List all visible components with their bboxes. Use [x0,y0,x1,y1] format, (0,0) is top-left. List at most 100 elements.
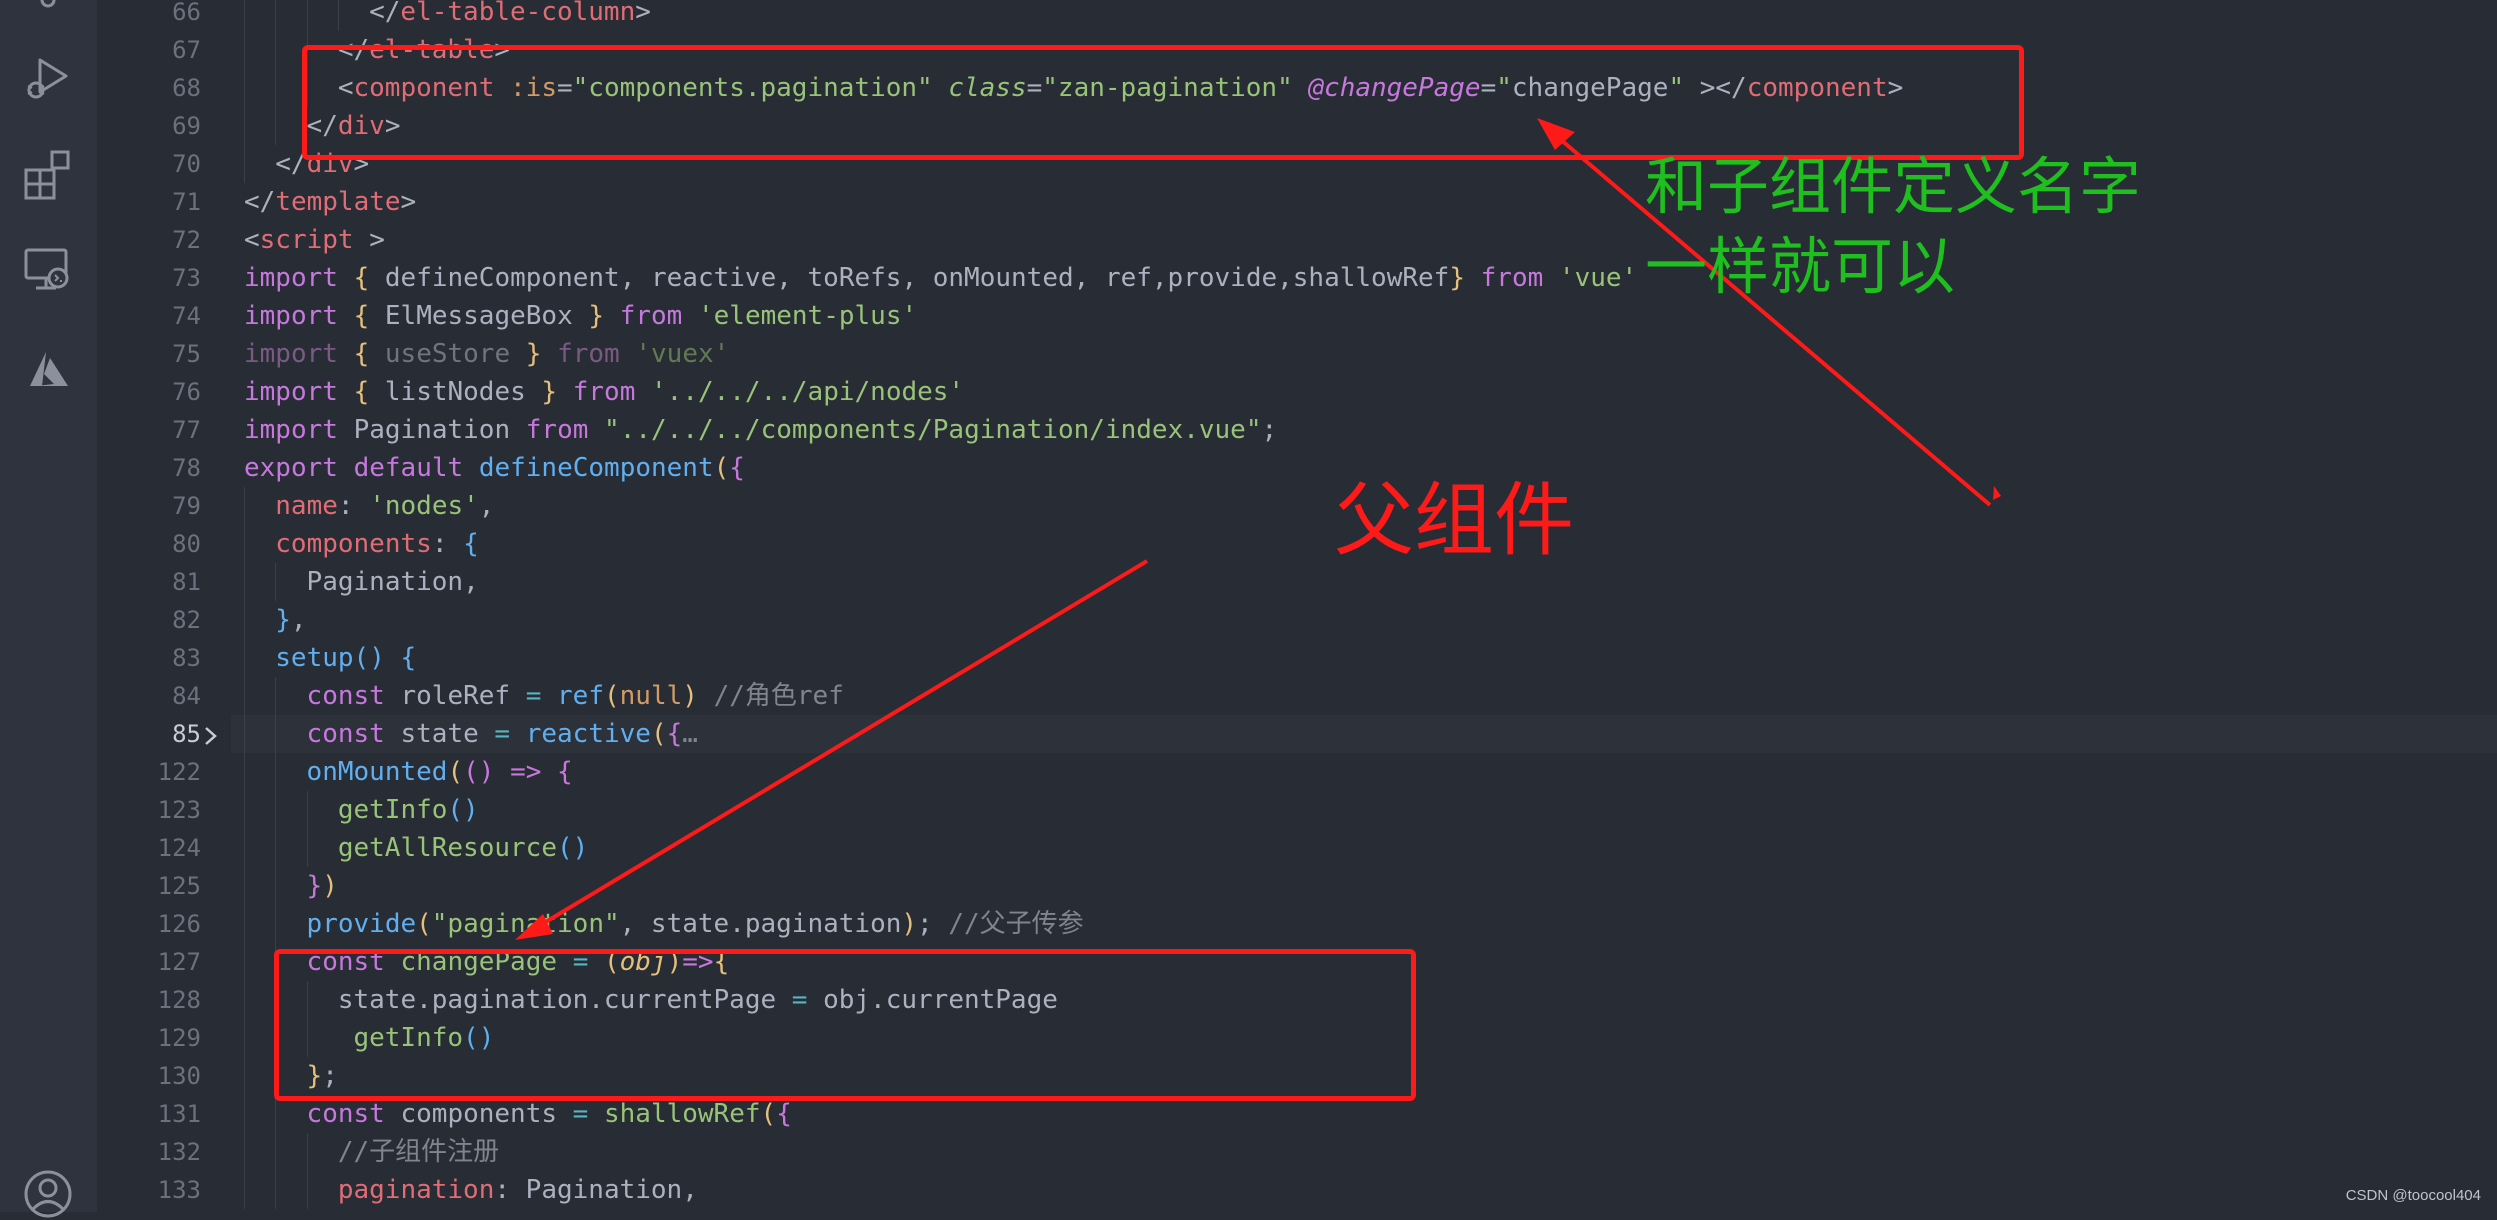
code-line-122[interactable]: onMounted(() => { [307,753,573,791]
code-token: onMounted [306,757,448,787]
code-line-77[interactable]: import Pagination from "../../../compone… [244,411,1277,449]
azure-icon[interactable] [22,344,74,396]
account-icon[interactable] [22,1168,74,1220]
code-token: const [306,681,385,711]
indent-guide [306,1171,308,1209]
code-line-75[interactable]: import { useStore } from 'vuex' [244,335,729,373]
code-token: from [619,301,683,331]
indent-guide [244,145,245,183]
code-line-84[interactable]: const roleRef = ref(null) //角色ref [307,677,844,715]
code-token: : [337,491,370,521]
code-token: } [525,339,542,369]
note-parent-component: 父组件 [1334,474,1574,567]
code-token: => [510,757,542,787]
code-token: = [572,1099,589,1129]
line-number-129: 129 [157,1024,201,1052]
code-token: } [588,301,605,331]
indent-guide [306,1133,308,1171]
code-line-72[interactable]: <script > [244,221,385,259]
code-token: </ [369,0,401,27]
code-line-133[interactable]: pagination: Pagination, [338,1171,698,1209]
line-number-127: 127 [157,948,201,976]
code-token: ( [447,757,464,787]
code-line-78[interactable]: export default defineComponent({ [244,449,745,487]
code-token: : Pagination, [494,1175,698,1205]
code-token: ; [1261,415,1278,445]
annotation-box-component [302,45,2024,160]
line-number-122: 122 [157,758,201,786]
code-token: const [306,719,385,749]
code-token: import [244,263,338,293]
code-line-83[interactable]: setup() { [275,639,416,677]
line-number-132: 132 [157,1138,201,1166]
code-token: import [244,415,338,445]
code-token: "pagination" [431,909,620,939]
code-line-81[interactable]: Pagination, [307,563,479,601]
code-token: from [557,339,620,369]
code-token: export [244,453,338,483]
code-token: 'vuex' [635,339,730,369]
code-token: //子组件注册 [337,1137,500,1167]
code-editor[interactable]: 66 67 68 69 70 71 72 73 74 75 76 77 78 79 80 81 82 83 84 85… [97,0,2497,1212]
code-line-66[interactable]: </el-table-column> [369,0,651,31]
code-line-123[interactable]: getInfo() [338,791,479,829]
code-line-74[interactable]: import { ElMessageBox } from 'element-pl… [244,297,917,335]
code-token: { [353,301,370,331]
code-token: { [353,377,370,407]
code-token: getInfo [337,795,448,825]
indent-guide [275,563,277,601]
fold-chevron-icon[interactable] [201,723,221,749]
code-line-76[interactable]: import { listNodes } from '../../../api/… [244,373,964,411]
code-token: } [306,871,323,901]
code-line-79[interactable]: name: 'nodes', [275,487,494,525]
indent-guide [244,791,245,829]
line-number-125: 125 [157,872,201,900]
code-token: ( [604,681,620,711]
code-token: () [463,757,495,787]
indent-guide [275,1171,277,1209]
code-line-82[interactable]: }, [275,601,306,639]
line-number-84: 84 [172,682,201,710]
code-token: state [384,719,495,749]
line-number-124: 124 [157,834,201,862]
code-token: import [244,339,338,369]
indent-guide [337,0,339,31]
indent-guide [244,1133,245,1171]
code-token: { [666,719,683,749]
code-line-124[interactable]: getAllResource() [338,829,588,867]
code-token: Pagination [337,415,526,445]
code-token: () [447,795,479,825]
code-line-126[interactable]: provide("pagination", state.pagination);… [307,905,1084,943]
indent-guide [244,1019,245,1057]
code-token: name [275,491,338,521]
line-number-72: 72 [172,226,201,254]
code-line-73[interactable]: import { defineComponent, reactive, toRe… [244,259,1637,297]
line-number-82: 82 [172,606,201,634]
code-token: setup [275,643,354,673]
indent-guide [275,107,277,145]
code-line-85[interactable]: const state = reactive({… [307,715,698,753]
indent-guide [275,69,277,107]
remote-explorer-icon[interactable] [22,244,74,296]
line-number-85: 85 [172,720,201,748]
extensions-icon[interactable] [22,148,74,200]
run-debug-icon[interactable] [22,52,74,104]
indent-guide [275,31,277,69]
code-token: import [244,301,338,331]
code-token: el-table-column [400,0,636,27]
code-line-71[interactable]: </template> [244,183,416,221]
code-line-125[interactable]: }) [307,867,338,905]
source-control-icon[interactable] [22,0,74,22]
indent-guide [275,791,277,829]
code-line-132[interactable]: //子组件注册 [338,1133,499,1171]
code-line-80[interactable]: components: { [275,525,479,563]
line-number-126: 126 [157,910,201,938]
